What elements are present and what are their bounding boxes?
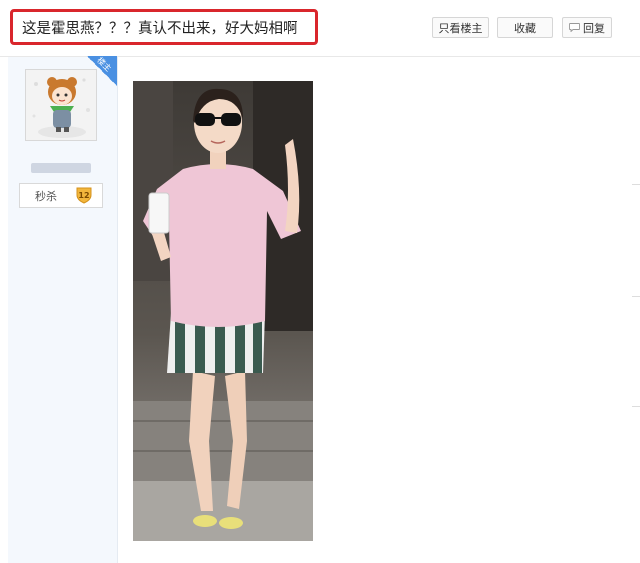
post-content	[118, 57, 640, 563]
divider	[632, 406, 640, 407]
reply-label: 回复	[583, 21, 605, 35]
only-op-button[interactable]: 只看楼主	[432, 17, 489, 38]
level-shield-icon: 12	[76, 187, 92, 204]
divider	[632, 184, 640, 185]
divider	[632, 296, 640, 297]
author-sidebar: 楼主 秒杀 12	[8, 56, 118, 563]
rank-label: 秒杀	[35, 189, 57, 203]
avatar-illustration	[26, 70, 96, 140]
level-number: 12	[78, 191, 89, 200]
favorite-button[interactable]: 收藏	[497, 17, 553, 38]
post-photo[interactable]	[133, 81, 313, 541]
username-redacted	[31, 163, 91, 173]
speech-bubble-icon	[569, 23, 580, 32]
reply-button[interactable]: 回复	[562, 17, 612, 38]
post-title: 这是霍思燕？？？真认不出来，好大妈相啊	[10, 9, 318, 45]
post-header: 这是霍思燕？？？真认不出来，好大妈相啊 只看楼主 收藏 回复	[0, 0, 640, 57]
